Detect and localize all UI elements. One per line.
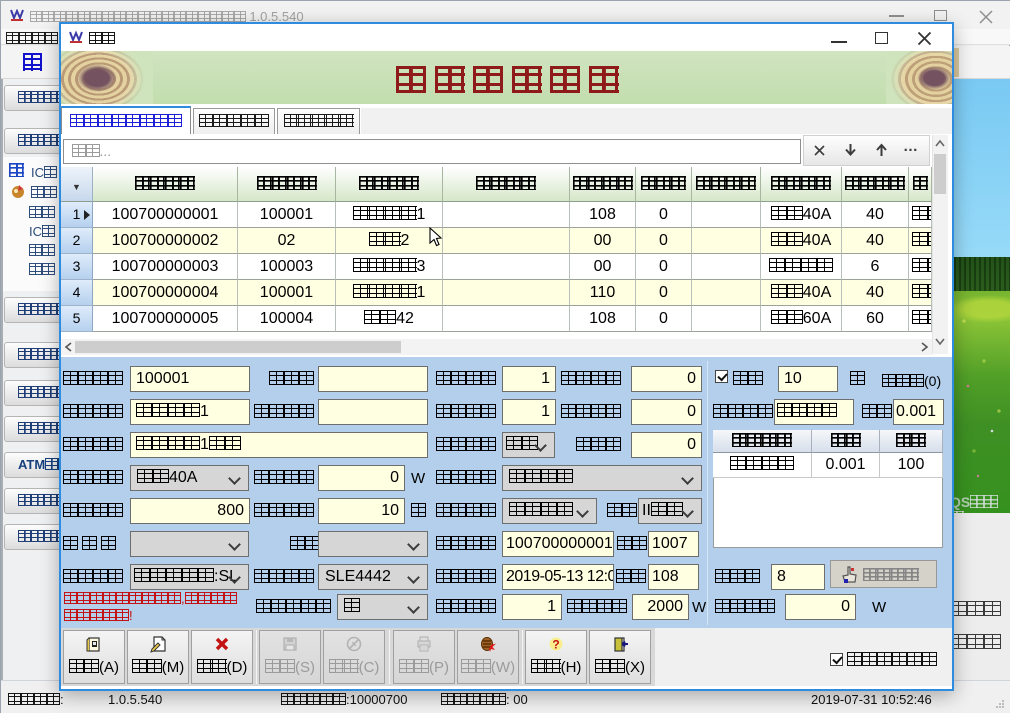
svg-text:?: ? [552, 638, 559, 652]
